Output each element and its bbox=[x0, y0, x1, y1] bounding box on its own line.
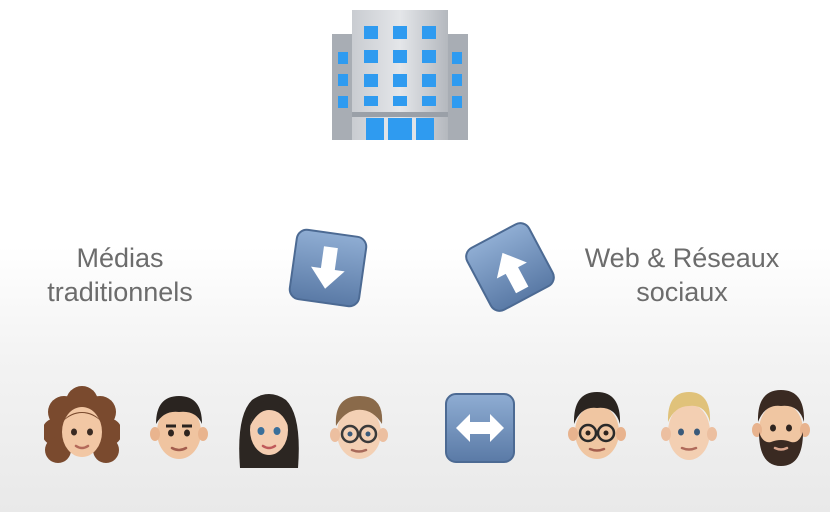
office-building-icon bbox=[330, 8, 470, 144]
man-glasses-dark-hair-avatar bbox=[563, 386, 631, 470]
web-social-line2: sociaux bbox=[636, 277, 728, 307]
traditional-media-label: Médias traditionnels bbox=[30, 241, 210, 309]
man-dark-hair-avatar bbox=[146, 388, 212, 470]
man-beard-avatar bbox=[747, 386, 815, 470]
woman-long-dark-hair-avatar bbox=[232, 386, 306, 470]
web-social-label: Web & Réseaux sociaux bbox=[562, 241, 802, 309]
web-social-line1: Web & Réseaux bbox=[584, 243, 780, 273]
up-arrow-icon bbox=[462, 219, 558, 315]
left-right-arrow-icon bbox=[442, 390, 518, 466]
man-glasses-avatar bbox=[326, 388, 392, 470]
traditional-media-line1: Médias bbox=[76, 243, 164, 273]
down-arrow-icon bbox=[285, 225, 371, 311]
traditional-media-line2: traditionnels bbox=[47, 277, 193, 307]
woman-curly-hair-avatar bbox=[44, 386, 120, 470]
man-blond-avatar bbox=[657, 386, 721, 470]
